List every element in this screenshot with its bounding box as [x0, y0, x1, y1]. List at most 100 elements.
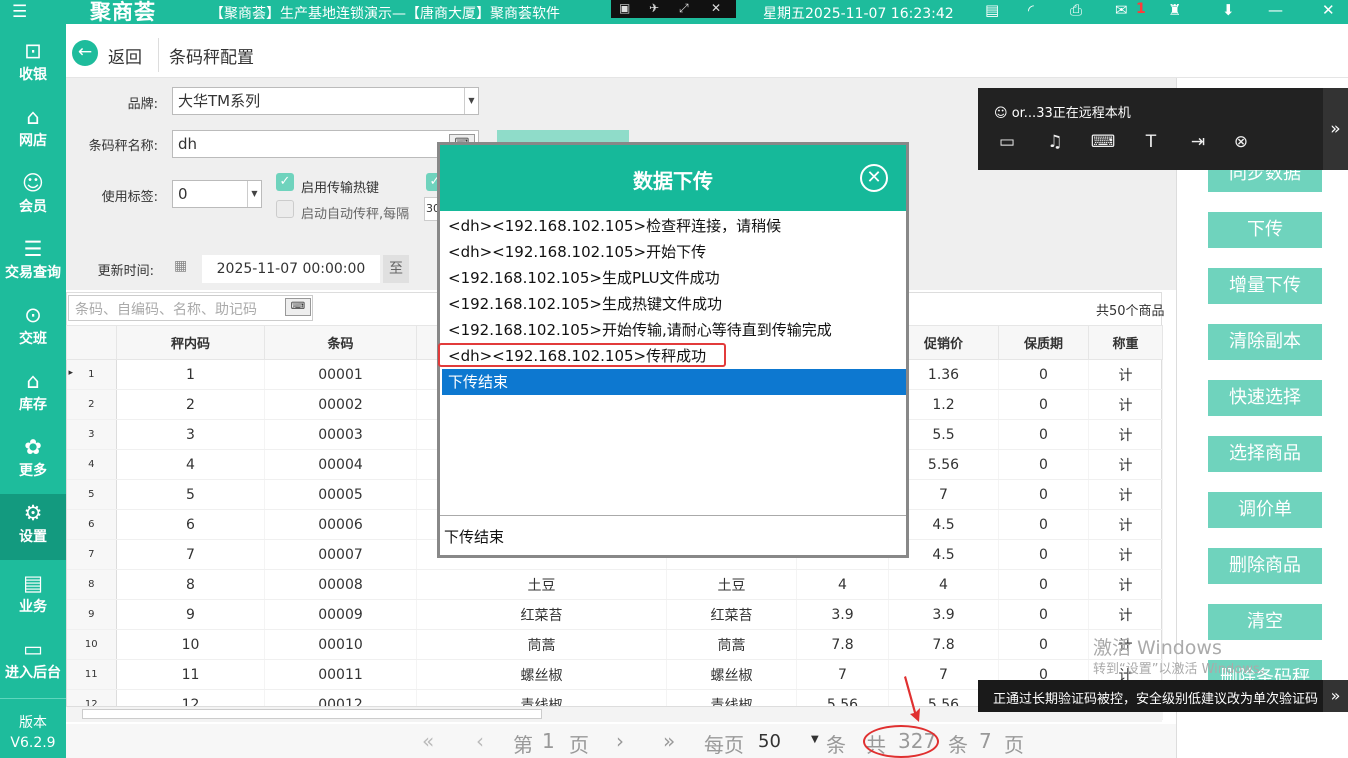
table-cell[interactable]: 茼蒿	[416, 629, 667, 660]
fullscreen-icon[interactable]: ⤢	[679, 1, 689, 16]
table-cell[interactable]: 螺丝椒	[666, 659, 797, 690]
table-cell[interactable]: 土豆	[666, 569, 797, 600]
clear-copy-button[interactable]: 清除副本	[1208, 324, 1322, 360]
row-number[interactable]: 9	[66, 599, 117, 630]
keyboard-icon[interactable]: ⌨	[285, 298, 311, 316]
message-icon[interactable]: ✉	[1115, 1, 1128, 19]
table-cell[interactable]: 3.9	[888, 599, 999, 630]
column-header[interactable]: 条码	[264, 325, 417, 360]
sidebar-item-cashier[interactable]: ⊡ 收银	[0, 32, 66, 98]
log-line-selected[interactable]: 下传结束	[442, 369, 906, 395]
sidebar-item-settings[interactable]: ⚙ 设置	[0, 494, 66, 560]
price-adjust-button[interactable]: 调价单	[1208, 492, 1322, 528]
interval-input[interactable]: 30	[424, 197, 438, 221]
first-page-button[interactable]: «	[422, 729, 434, 753]
back-icon[interactable]: ←	[72, 40, 98, 66]
keyboard-icon[interactable]: ⌨	[1090, 130, 1116, 156]
last-page-button[interactable]: »	[663, 729, 675, 753]
table-cell[interactable]: 7	[796, 659, 889, 690]
table-cell[interactable]: 计	[1088, 599, 1163, 630]
chevron-right-icon[interactable]: »	[1323, 88, 1348, 170]
column-header[interactable]: 称重	[1088, 325, 1163, 360]
table-cell[interactable]: 00004	[264, 449, 417, 480]
calendar-icon[interactable]: ▦	[174, 258, 187, 274]
chevron-down-icon[interactable]: ▼	[811, 734, 819, 745]
delete-product-button[interactable]: 删除商品	[1208, 548, 1322, 584]
table-cell[interactable]: 2	[116, 389, 265, 420]
log-line[interactable]: <192.168.102.105>生成PLU文件成功	[442, 265, 906, 291]
column-header[interactable]: 秤内码	[116, 325, 265, 360]
per-page-select[interactable]: 50	[758, 731, 781, 752]
table-cell[interactable]: 00006	[264, 509, 417, 540]
table-cell[interactable]: 茼蒿	[666, 629, 797, 660]
download-button[interactable]: 下传	[1208, 212, 1322, 248]
brand-select[interactable]: 大华TM系列 ▼	[172, 87, 479, 115]
table-cell[interactable]: 00009	[264, 599, 417, 630]
search-input[interactable]: 条码、自编码、名称、助记码	[68, 295, 313, 321]
quick-select-button[interactable]: 快速选择	[1208, 380, 1322, 416]
table-cell[interactable]: 9	[116, 599, 265, 630]
log-line[interactable]: <dh><192.168.102.105>开始下传	[442, 239, 906, 265]
sidebar-item-more[interactable]: ✿ 更多	[0, 428, 66, 494]
save-icon[interactable]: ▤	[985, 1, 999, 19]
table-cell[interactable]: 00007	[264, 539, 417, 570]
table-cell[interactable]: 计	[1088, 359, 1163, 390]
table-cell[interactable]: 0	[998, 479, 1089, 510]
row-number[interactable]: 11	[66, 659, 117, 690]
clear-button[interactable]: 清空	[1208, 604, 1322, 640]
next-page-button[interactable]: ›	[616, 729, 624, 753]
sidebar-item-backend[interactable]: ▭ 进入后台	[0, 630, 66, 696]
table-cell[interactable]: 0	[998, 629, 1089, 660]
sidebar-item-business[interactable]: ▤ 业务	[0, 564, 66, 630]
table-cell[interactable]: 00005	[264, 479, 417, 510]
close-icon[interactable]: ✕	[711, 1, 721, 15]
page-number[interactable]: 1	[542, 729, 555, 753]
printer-icon[interactable]: ⎙	[1070, 1, 1082, 19]
close-icon[interactable]: ⊗	[1228, 130, 1254, 156]
table-cell[interactable]: 计	[1088, 419, 1163, 450]
table-row[interactable]: 9 9 00009 红菜苔 红菜苔 3.9 3.9 0 计	[66, 599, 1163, 630]
row-number[interactable]: 4	[66, 449, 117, 480]
table-cell[interactable]: 10	[116, 629, 265, 660]
table-cell[interactable]: 0	[998, 419, 1089, 450]
table-cell[interactable]: 4	[796, 569, 889, 600]
select-product-button[interactable]: 选择商品	[1208, 436, 1322, 472]
close-icon[interactable]: ✕	[1322, 1, 1335, 19]
sidebar-item-member[interactable]: ☺ 会员	[0, 164, 66, 230]
table-cell[interactable]: 计	[1088, 479, 1163, 510]
row-number[interactable]: 3	[66, 419, 117, 450]
table-cell[interactable]: 0	[998, 389, 1089, 420]
table-cell[interactable]: 11	[116, 659, 265, 690]
wifi-icon[interactable]: ◜	[1028, 1, 1034, 19]
table-cell[interactable]: 00010	[264, 629, 417, 660]
log-line[interactable]: <192.168.102.105>生成热键文件成功	[442, 291, 906, 317]
menu-icon[interactable]: ☰	[12, 2, 27, 22]
scale-name-input[interactable]: dh ⌨	[172, 130, 479, 158]
transfer-icon[interactable]: ⇥	[1185, 130, 1211, 156]
table-row[interactable]: 8 8 00008 土豆 土豆 4 4 0 计	[66, 569, 1163, 600]
row-number[interactable]: 2	[66, 389, 117, 420]
log-line[interactable]: <192.168.102.105>开始传输,请耐心等待直到传输完成	[442, 317, 906, 343]
table-cell[interactable]: 00008	[264, 569, 417, 600]
table-cell[interactable]: 7.8	[888, 629, 999, 660]
tag-select[interactable]: 0 ▼	[172, 180, 262, 208]
sidebar-item-store[interactable]: ⌂ 网店	[0, 98, 66, 164]
table-cell[interactable]: 00011	[264, 659, 417, 690]
table-cell[interactable]: 6	[116, 509, 265, 540]
table-row[interactable]: 10 10 00010 茼蒿 茼蒿 7.8 7.8 0 计	[66, 629, 1163, 660]
table-cell[interactable]: 螺丝椒	[416, 659, 667, 690]
sidebar-item-inventory[interactable]: ⌂ 库存	[0, 362, 66, 428]
hotkey-checkbox[interactable]: ✓	[276, 173, 294, 191]
table-cell[interactable]: 4	[116, 449, 265, 480]
table-cell[interactable]: 1	[116, 359, 265, 390]
row-number[interactable]: 10	[66, 629, 117, 660]
table-cell[interactable]: 红菜苔	[666, 599, 797, 630]
table-cell[interactable]: 0	[998, 539, 1089, 570]
row-number[interactable]: 7	[66, 539, 117, 570]
auto-transfer-checkbox[interactable]	[276, 200, 294, 218]
download-icon[interactable]: ⬇	[1222, 1, 1235, 19]
log-line[interactable]: <dh><192.168.102.105>检查秤连接，请稍候	[442, 213, 906, 239]
close-icon[interactable]: ✕	[860, 164, 888, 192]
table-cell[interactable]: 0	[998, 569, 1089, 600]
table-cell[interactable]: 0	[998, 359, 1089, 390]
